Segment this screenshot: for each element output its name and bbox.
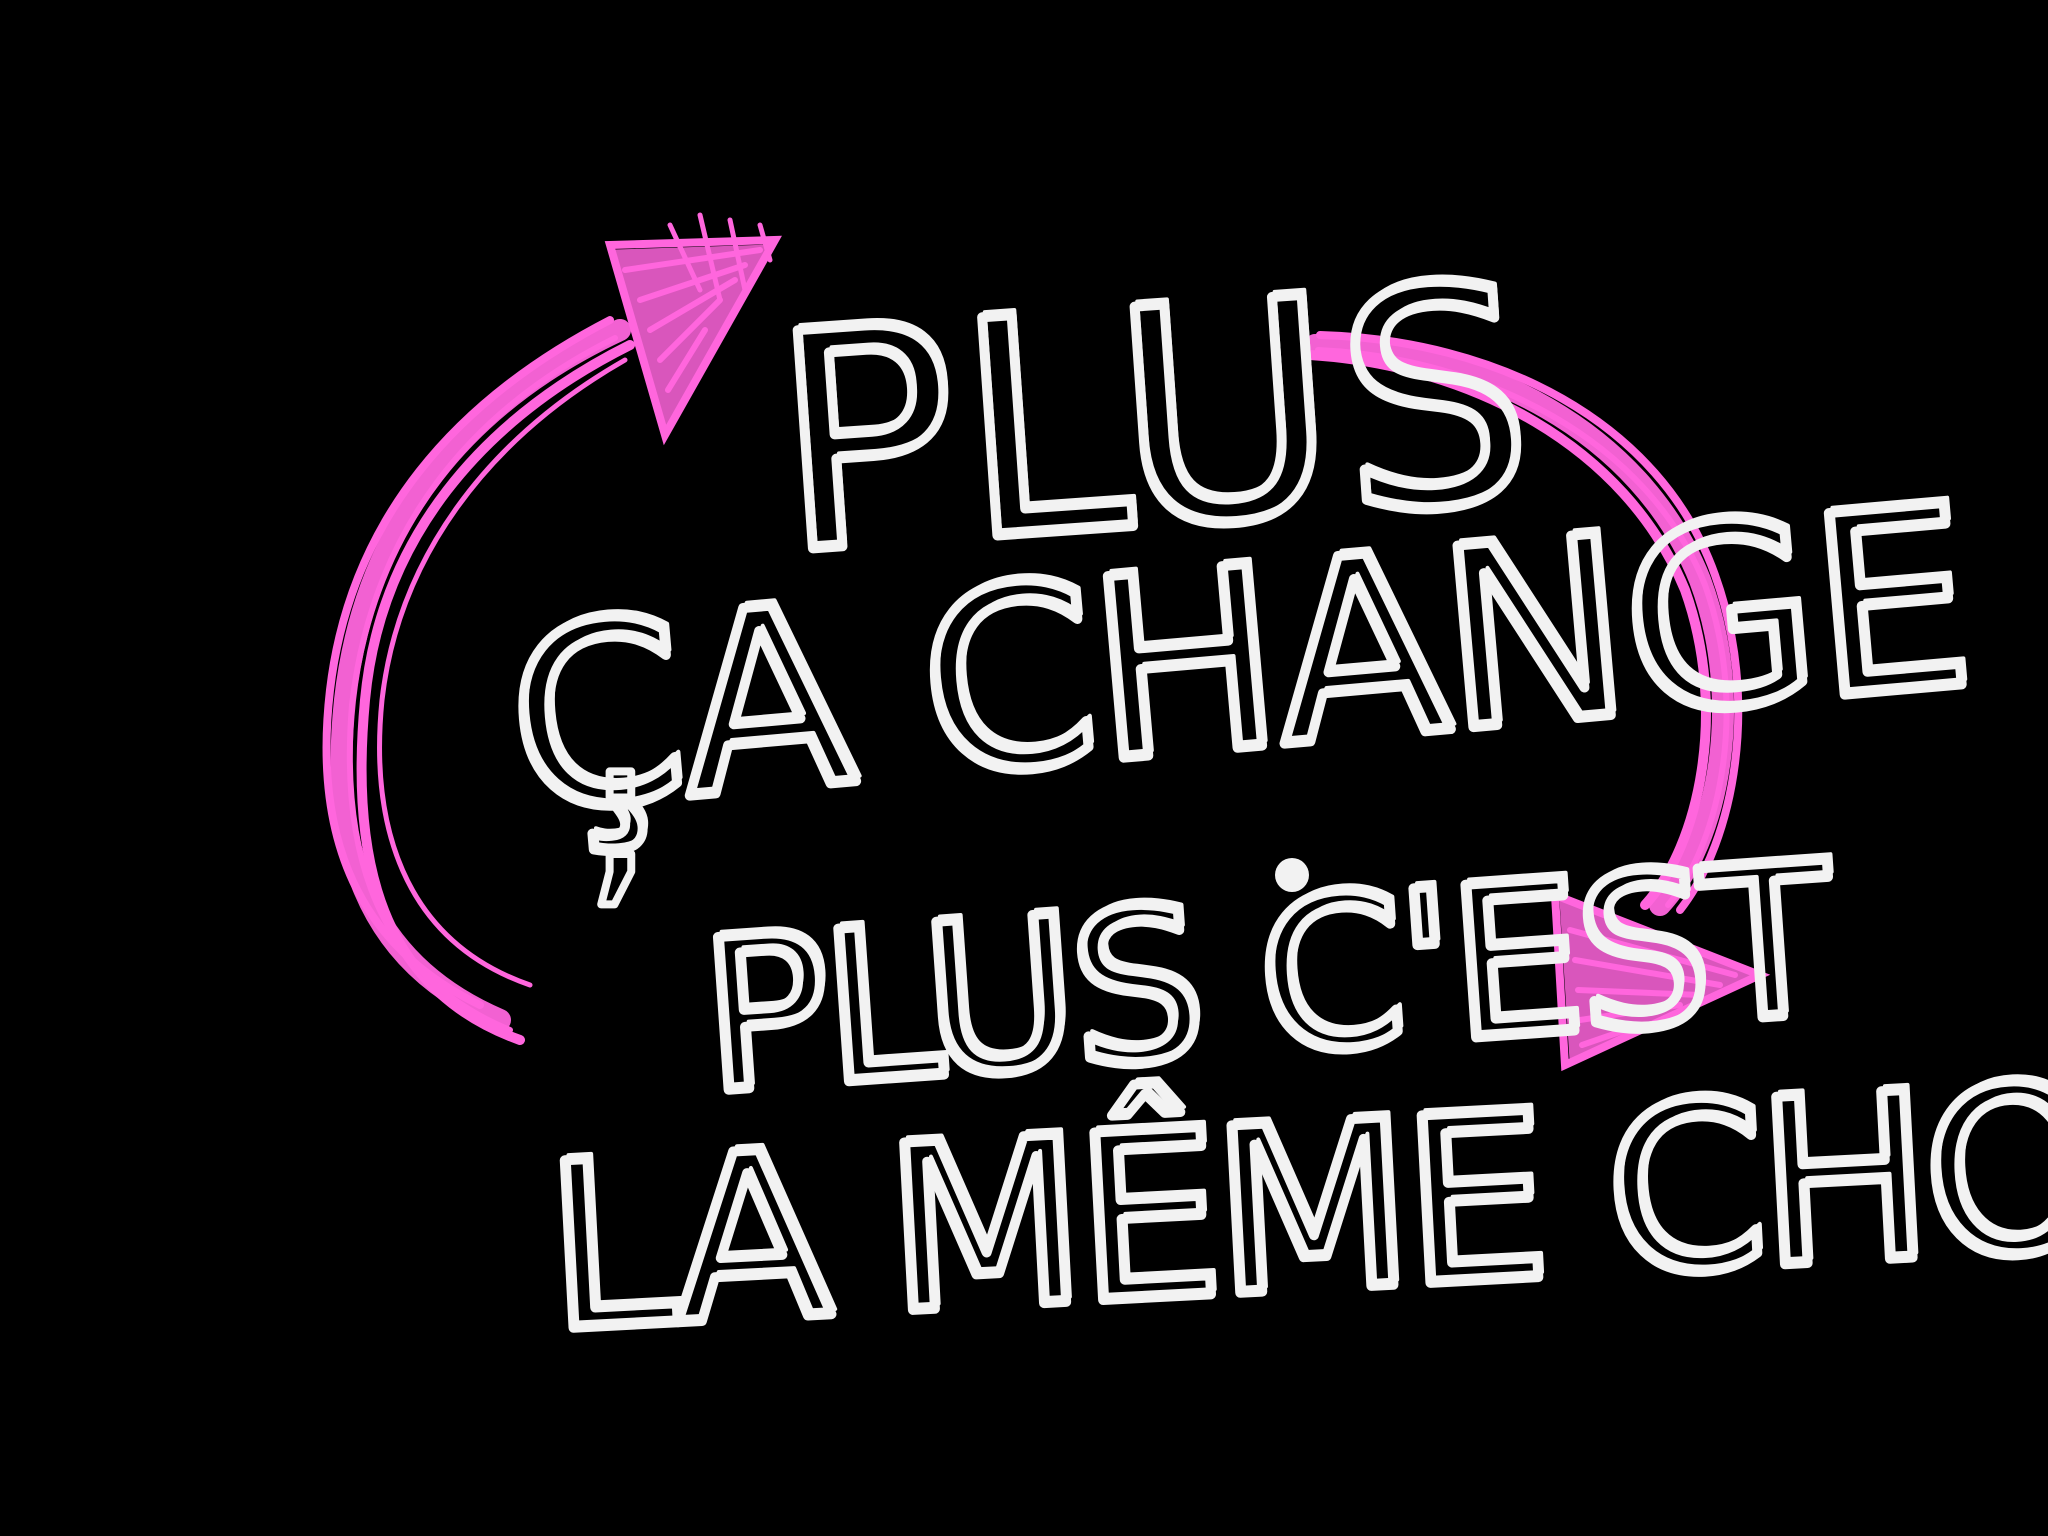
- lettering-group: PLUS PLUS ÇA CHANGE ÇA CHANGE ; PLUS C'E…: [493, 213, 2048, 1389]
- left-arrowhead-icon: [604, 212, 782, 446]
- artwork-canvas: PLUS PLUS ÇA CHANGE ÇA CHANGE ; PLUS C'E…: [0, 0, 2048, 1536]
- artwork-svg: PLUS PLUS ÇA CHANGE ÇA CHANGE ; PLUS C'E…: [322, 212, 2048, 1389]
- semicolon-mark: ;: [585, 685, 650, 930]
- line-ca-change-sketch: ÇA CHANGE: [501, 447, 1982, 864]
- apostrophe-dot: [1275, 858, 1309, 892]
